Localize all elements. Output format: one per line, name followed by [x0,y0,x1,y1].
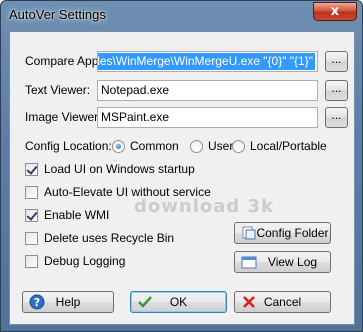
debug-logging-label[interactable]: Debug Logging [44,254,125,268]
close-button[interactable]: x [313,2,357,21]
radio-user-label[interactable]: User [208,139,233,153]
image-viewer-browse-button[interactable]: ... [325,107,348,128]
config-folder-button[interactable]: Config Folder [234,222,331,244]
auto-elevate-label[interactable]: Auto-Elevate UI without service [44,185,211,199]
help-button[interactable]: ? Help [22,291,114,313]
radio-common-label[interactable]: Common [130,139,179,153]
ok-label: OK [169,295,188,309]
watermark-logo: download 3k [134,196,275,217]
title-bar[interactable]: AutoVer Settings x [1,1,362,31]
image-viewer-field[interactable]: MSPaint.exe [97,107,318,128]
text-viewer-label: Text Viewer: [25,83,91,97]
cancel-button[interactable]: Cancel [234,291,331,313]
text-viewer-field[interactable]: Notepad.exe [97,80,318,101]
debug-logging-checkbox[interactable] [25,255,38,268]
window-title: AutoVer Settings [9,7,106,22]
recycle-bin-checkbox[interactable] [25,232,38,245]
enable-wmi-label[interactable]: Enable WMI [44,208,109,222]
image-viewer-label: Image Viewer: [25,110,102,124]
radio-user[interactable] [190,140,203,153]
radio-local-portable-label[interactable]: Local/Portable [250,139,327,153]
enable-wmi-checkbox[interactable] [25,209,38,222]
view-log-label: View Log [267,255,318,269]
load-ui-startup-label[interactable]: Load UI on Windows startup [44,162,195,176]
load-ui-startup-checkbox[interactable] [25,163,38,176]
view-log-button[interactable]: View Log [234,251,331,273]
auto-elevate-checkbox[interactable] [25,186,38,199]
compare-app-browse-button[interactable]: ... [325,51,348,72]
compare-app-label: Compare App: [25,54,102,68]
compare-app-value: Files\WinMerge\WinMergeU.exe "{0}" "{1}" [98,53,315,70]
text-viewer-browse-button[interactable]: ... [325,80,348,101]
recycle-bin-label[interactable]: Delete uses Recycle Bin [44,231,174,245]
radio-common[interactable] [112,140,125,153]
cancel-label: Cancel [263,295,302,309]
compare-app-field[interactable]: Files\WinMerge\WinMergeU.exe "{0}" "{1}" [97,51,318,72]
settings-window: AutoVer Settings x Compare App: Files\Wi… [0,0,363,332]
ok-button[interactable]: OK [130,291,227,313]
config-location-label: Config Location: [25,139,112,153]
help-label: Help [55,295,81,309]
radio-local-portable[interactable] [232,140,245,153]
dialog-body: Compare App: Files\WinMerge\WinMergeU.ex… [9,31,355,325]
config-folder-label: Config Folder [256,226,329,240]
